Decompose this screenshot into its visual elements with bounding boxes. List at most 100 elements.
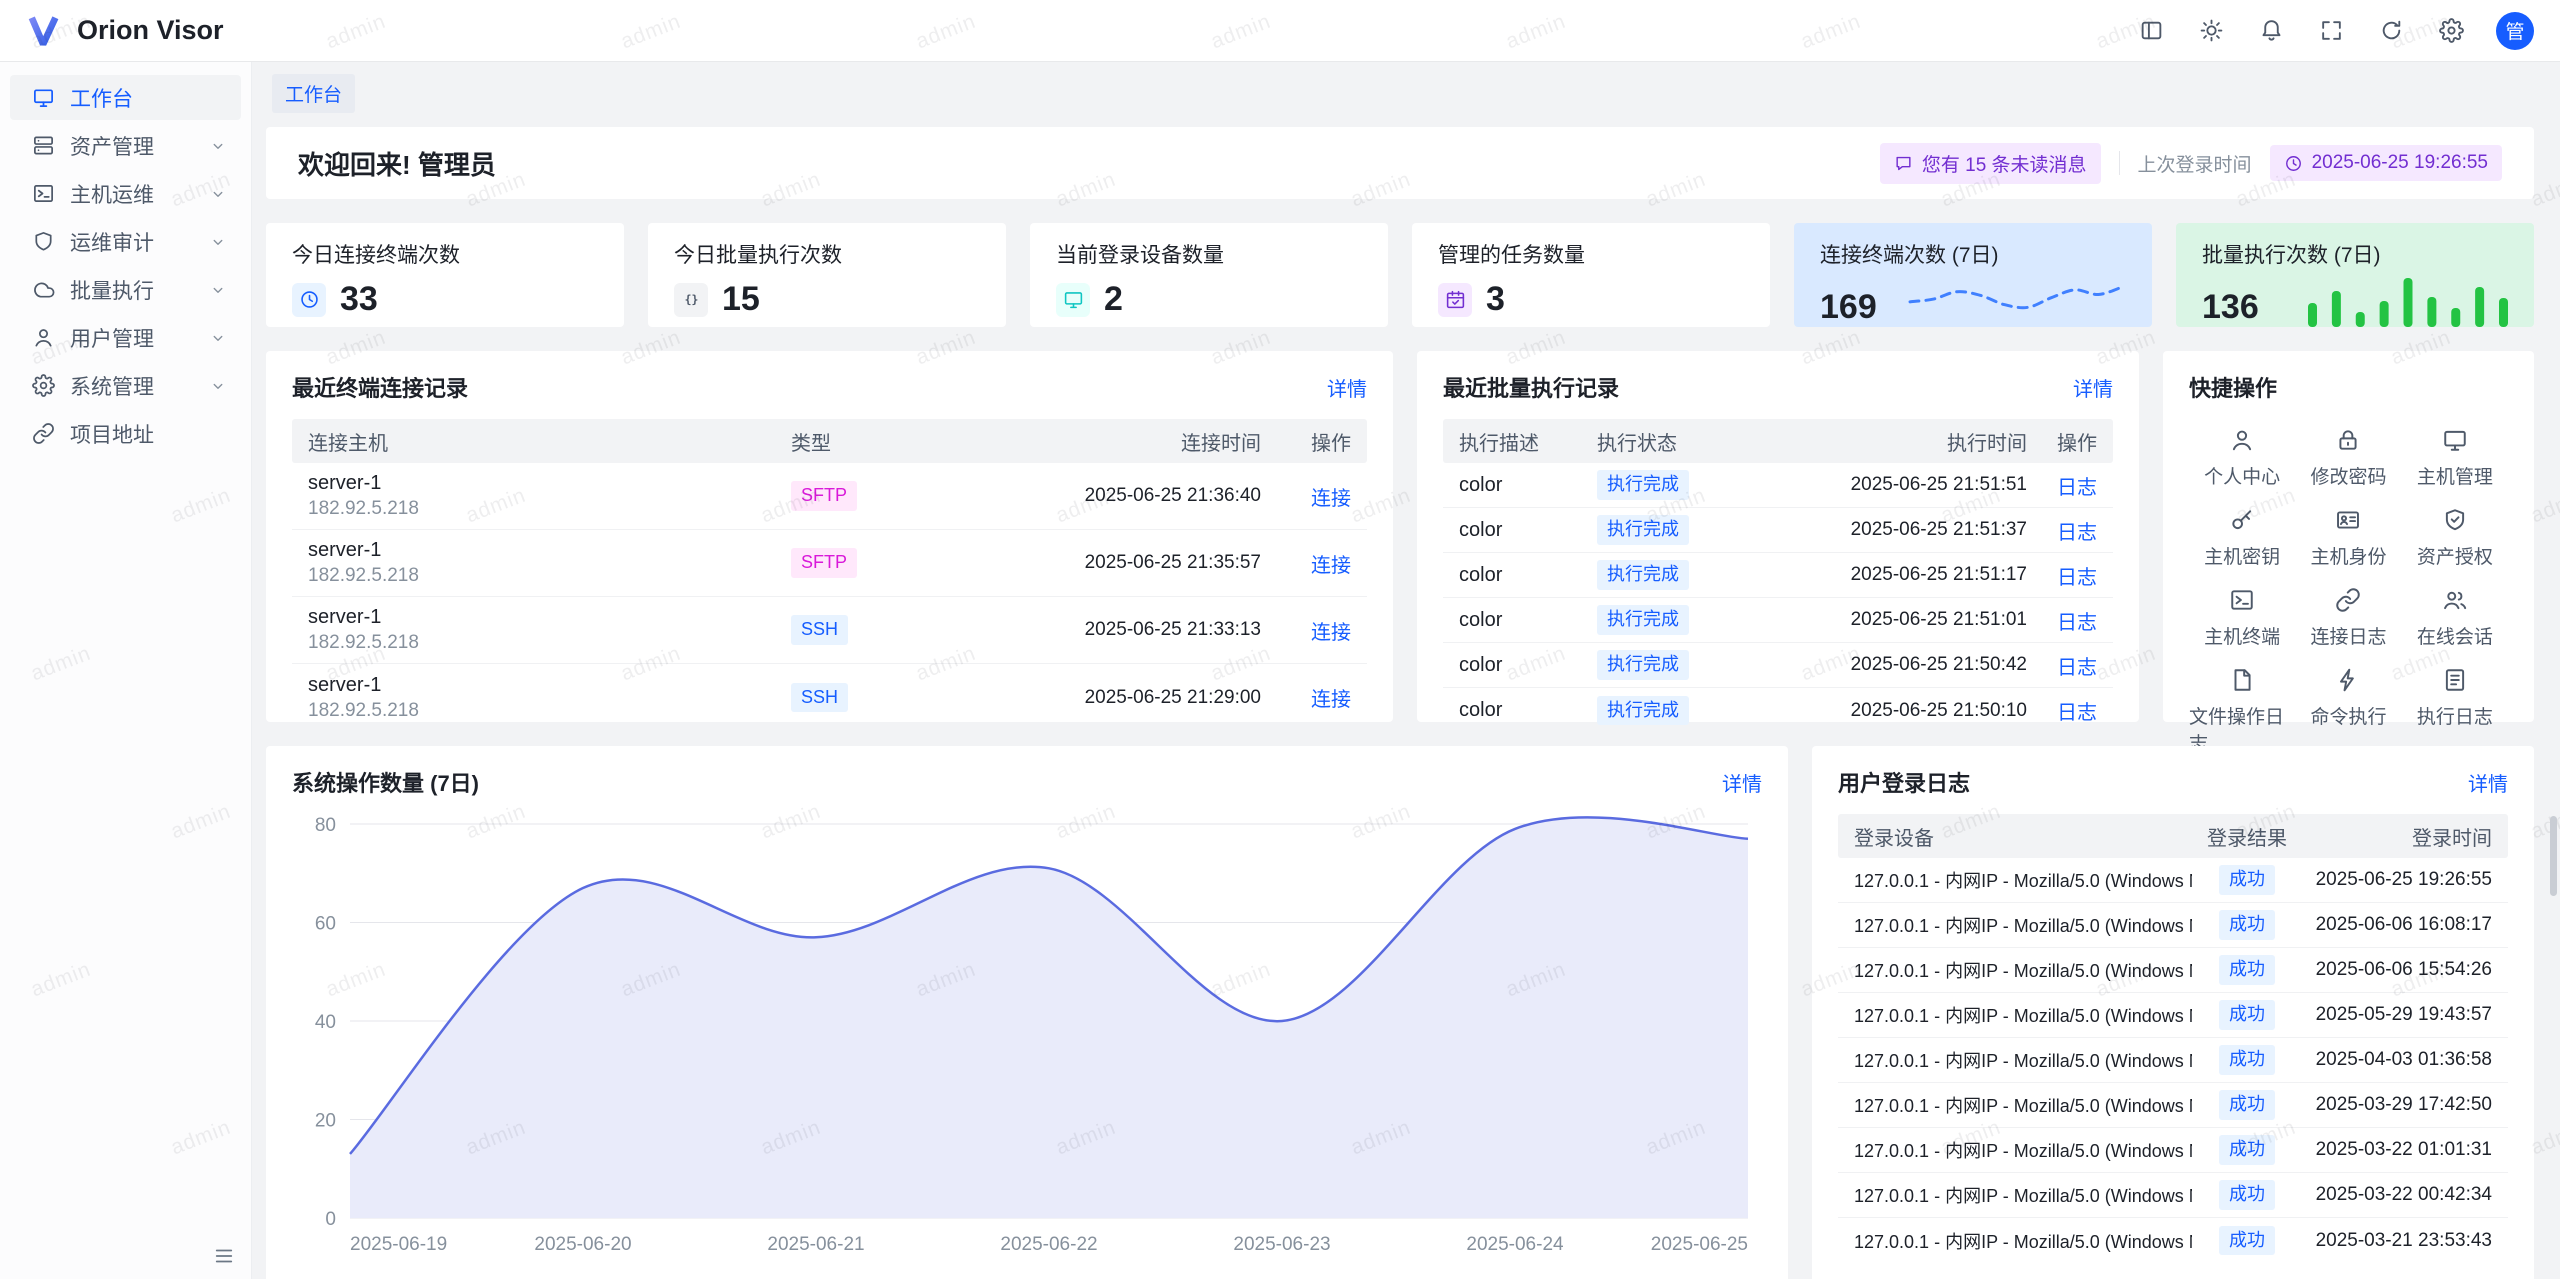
last-login-label: 上次登录时间	[2138, 150, 2252, 177]
user-avatar[interactable]: 管	[2496, 12, 2534, 50]
page-scrollbar[interactable]	[2550, 816, 2557, 896]
refresh-icon[interactable]	[2376, 16, 2406, 46]
sidebar-item[interactable]: 项目地址	[10, 411, 241, 456]
settings-icon[interactable]	[2436, 16, 2466, 46]
table-row: 127.0.0.1 - 内网IP - Mozilla/5.0 (Windows …	[1838, 948, 2508, 993]
sidebar: 工作台 资产管理 主机运维 运维审计	[0, 62, 252, 1279]
menu-fold-icon[interactable]	[213, 1245, 235, 1267]
login-logs-table: 登录设备 登录结果 登录时间 127.0.0.1 - 内网IP - Mozill…	[1838, 814, 2508, 1263]
login-result-badge: 成功	[2219, 865, 2275, 895]
sidebar-menu: 工作台 资产管理 主机运维 运维审计	[0, 75, 251, 456]
exec-sparkline	[2308, 273, 2508, 327]
sidebar-item[interactable]: 资产管理	[10, 123, 241, 168]
users-icon	[2442, 587, 2468, 613]
last-login-chip: 2025-06-25 19:26:55	[2270, 145, 2502, 181]
panel-title: 用户登录日志	[1838, 766, 1970, 798]
notification-icon[interactable]	[2256, 16, 2286, 46]
connect-link[interactable]: 连接	[1311, 622, 1351, 644]
sidebar-item[interactable]: 批量执行	[10, 267, 241, 312]
quick-action[interactable]: 资产授权	[2402, 507, 2508, 569]
panel-title: 快捷操作	[2189, 371, 2277, 403]
login-device: 127.0.0.1 - 内网IP - Mozilla/5.0 (Windows …	[1854, 1137, 2192, 1163]
panel-title: 最近终端连接记录	[292, 371, 468, 403]
quick-action[interactable]: 连接日志	[2295, 587, 2401, 649]
login-device: 127.0.0.1 - 内网IP - Mozilla/5.0 (Windows …	[1854, 1228, 2192, 1254]
stat-card-devices: 当前登录设备数量 2	[1030, 223, 1388, 327]
sidebar-item[interactable]: 工作台	[10, 75, 241, 120]
login-result-badge: 成功	[2219, 955, 2275, 985]
sidebar-item[interactable]: 系统管理	[10, 363, 241, 408]
quick-action[interactable]: 主机身份	[2295, 507, 2401, 569]
quick-action[interactable]: 主机终端	[2189, 587, 2295, 649]
quick-action[interactable]: 执行日志	[2402, 667, 2508, 756]
ops-chart-panel: 系统操作数量 (7日) 详情 0204060802025-06-192025-0…	[266, 746, 1788, 1279]
quick-actions-panel: 快捷操作 个人中心 修改密码	[2163, 351, 2534, 722]
exec-records-detail-link[interactable]: 详情	[2073, 373, 2113, 402]
terminal-records-detail-link[interactable]: 详情	[1327, 373, 1367, 402]
login-logs-detail-link[interactable]: 详情	[2468, 768, 2508, 797]
sidebar-item[interactable]: 用户管理	[10, 315, 241, 360]
quick-action[interactable]: 个人中心	[2189, 427, 2295, 489]
terminal-records-panel: 最近终端连接记录 详情 连接主机 类型 连接时间 操作	[266, 351, 1393, 722]
stat-card-terminal-7d: 连接终端次数 (7日) 169	[1794, 223, 2152, 327]
table-row: server-1 182.92.5.218 SSH 2025-06-25 21:…	[292, 664, 1367, 731]
login-time: 2025-06-06 15:54:26	[2302, 959, 2492, 981]
quick-action[interactable]: 主机管理	[2402, 427, 2508, 489]
theme-icon[interactable]	[2196, 16, 2226, 46]
app-logo: Orion Visor	[26, 14, 224, 48]
connect-time: 2025-06-25 21:35:57	[941, 552, 1261, 574]
exec-time: 2025-06-25 21:51:37	[1767, 519, 2027, 541]
terminal-records-table: 连接主机 类型 连接时间 操作 server-1 182.92.5.218	[292, 419, 1367, 731]
chevron-down-icon	[209, 329, 227, 347]
log-link[interactable]: 日志	[2057, 522, 2097, 544]
host-name: server-1	[308, 606, 791, 629]
unread-messages-chip[interactable]: 您有 15 条未读消息	[1880, 143, 2101, 184]
middle-row: 最近终端连接记录 详情 连接主机 类型 连接时间 操作	[266, 351, 2534, 722]
ops-chart-detail-link[interactable]: 详情	[1722, 768, 1762, 797]
breadcrumb-item[interactable]: 工作台	[272, 74, 355, 113]
log-link[interactable]: 日志	[2057, 477, 2097, 499]
host-ip: 182.92.5.218	[308, 632, 791, 654]
layout-icon[interactable]	[2136, 16, 2166, 46]
exec-status-badge: 执行完成	[1597, 515, 1689, 545]
header-actions: 管	[2136, 12, 2534, 50]
bolt-icon	[2335, 667, 2361, 693]
stat-card-terminal-today: 今日连接终端次数 33	[266, 223, 624, 327]
welcome-title: 欢迎回来! 管理员	[298, 145, 496, 182]
log-link[interactable]: 日志	[2057, 702, 2097, 724]
exec-time: 2025-06-25 21:50:10	[1767, 700, 2027, 722]
connect-time: 2025-06-25 21:29:00	[941, 687, 1261, 709]
list-icon	[2442, 667, 2468, 693]
login-device: 127.0.0.1 - 内网IP - Mozilla/5.0 (Windows …	[1854, 867, 2192, 893]
login-time: 2025-03-22 01:01:31	[2302, 1139, 2492, 1161]
quick-action[interactable]: 修改密码	[2295, 427, 2401, 489]
quick-action[interactable]: 主机密钥	[2189, 507, 2295, 569]
svg-text:2025-06-19: 2025-06-19	[350, 1234, 447, 1255]
quick-action[interactable]: 命令执行	[2295, 667, 2401, 756]
terminal-icon	[32, 182, 55, 205]
svg-text:2025-06-22: 2025-06-22	[1000, 1234, 1097, 1255]
sidebar-item[interactable]: 运维审计	[10, 219, 241, 264]
desktop-icon	[2442, 427, 2468, 453]
login-time: 2025-03-29 17:42:50	[2302, 1094, 2492, 1116]
connect-link[interactable]: 连接	[1311, 555, 1351, 577]
fullscreen-icon[interactable]	[2316, 16, 2346, 46]
log-link[interactable]: 日志	[2057, 657, 2097, 679]
log-link[interactable]: 日志	[2057, 567, 2097, 589]
login-time: 2025-03-22 00:42:34	[2302, 1184, 2492, 1206]
quick-action[interactable]: 在线会话	[2402, 587, 2508, 649]
exec-status-badge: 执行完成	[1597, 650, 1689, 680]
table-row: color 执行完成 2025-06-25 21:51:17 日志	[1443, 553, 2113, 598]
connect-link[interactable]: 连接	[1311, 689, 1351, 711]
table-row: 127.0.0.1 - 内网IP - Mozilla/5.0 (Windows …	[1838, 1128, 2508, 1173]
quick-action[interactable]: 文件操作日志	[2189, 667, 2295, 756]
main-content: 工作台 欢迎回来! 管理员 您有 15 条未读消息 上次登录时间 2025-06…	[252, 62, 2560, 1279]
connect-link[interactable]: 连接	[1311, 488, 1351, 510]
host-name: server-1	[308, 674, 791, 697]
login-time: 2025-06-06 16:08:17	[2302, 914, 2492, 936]
sidebar-item[interactable]: 主机运维	[10, 171, 241, 216]
log-link[interactable]: 日志	[2057, 612, 2097, 634]
message-icon	[1894, 154, 1913, 173]
login-time: 2025-03-21 23:53:43	[2302, 1230, 2492, 1252]
exec-time: 2025-06-25 21:51:01	[1767, 609, 2027, 631]
